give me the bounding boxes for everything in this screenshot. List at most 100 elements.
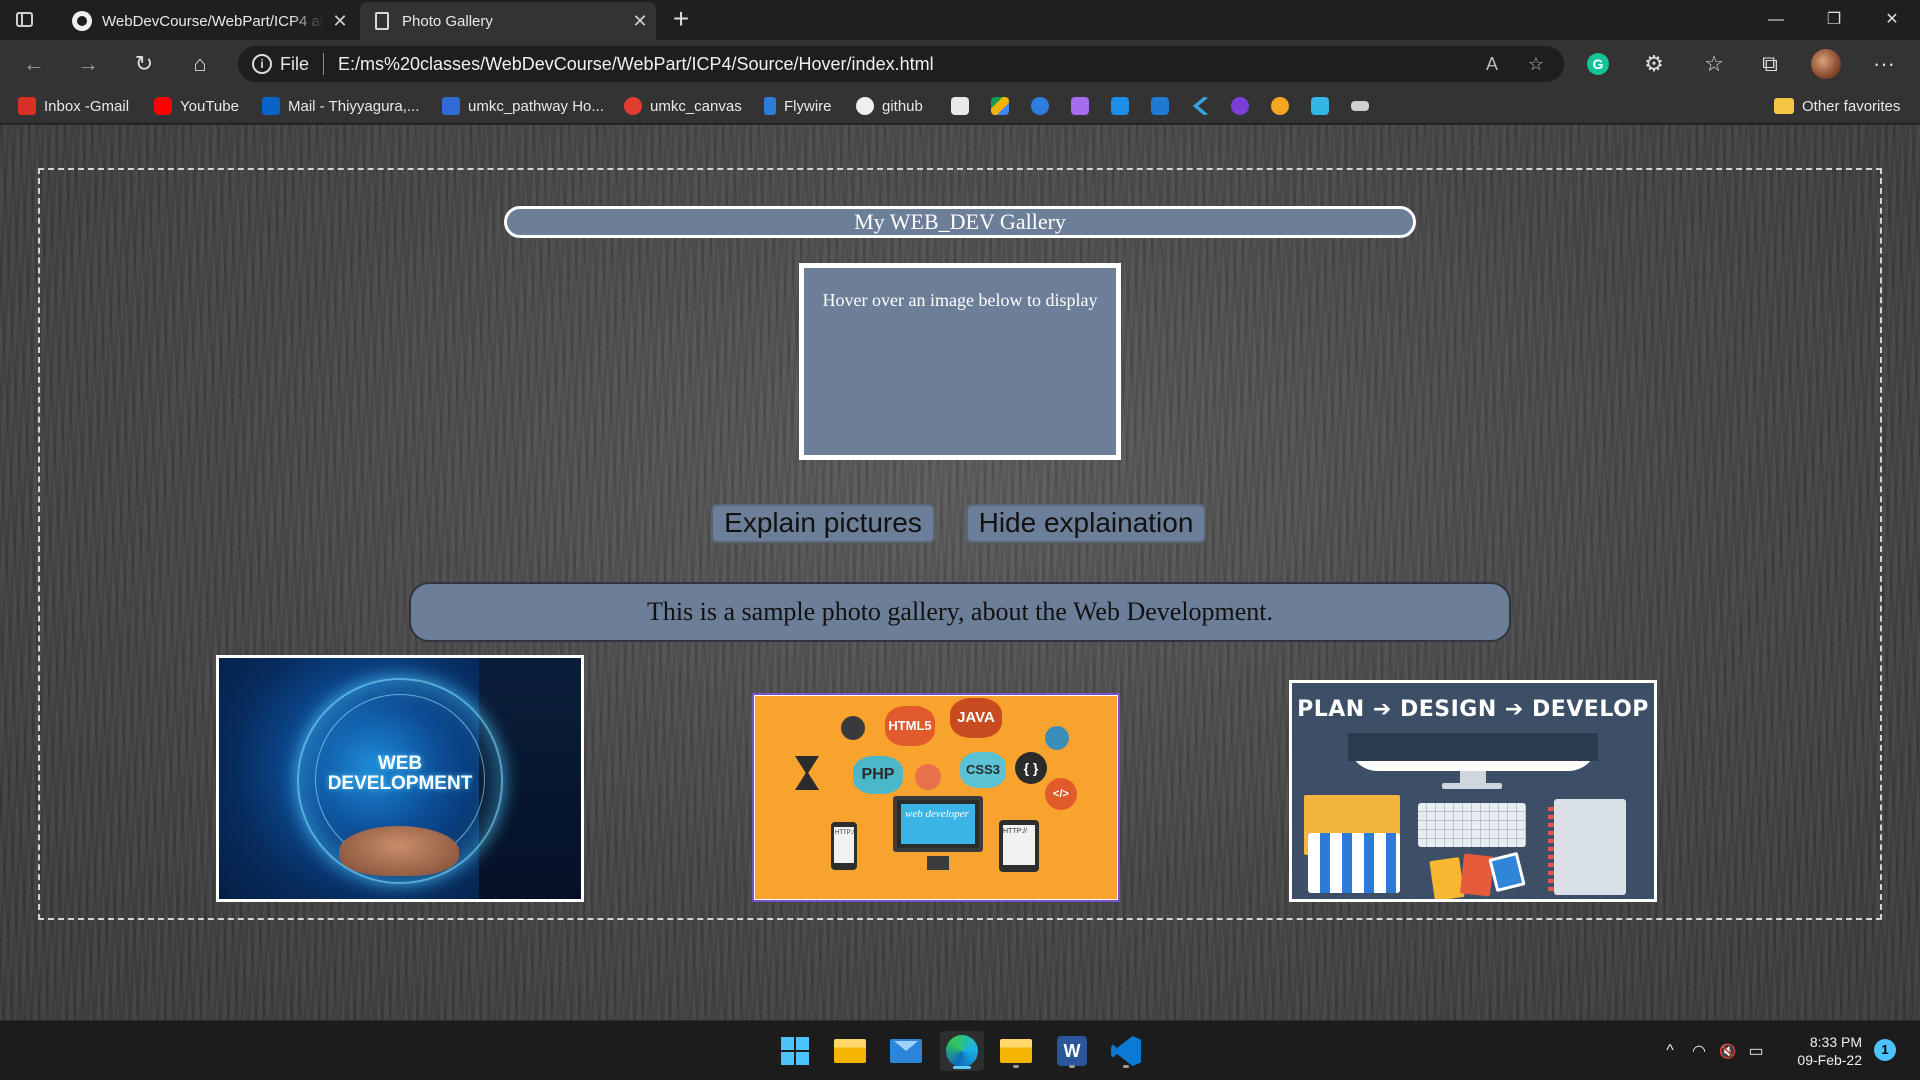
u-app-icon[interactable] xyxy=(1231,97,1249,115)
gmail-icon xyxy=(18,97,36,115)
gallery-image-web-developer[interactable]: HTML5 JAVA PHP CSS3 { } </> web develope… xyxy=(752,693,1120,902)
close-tab-icon[interactable]: ✕ xyxy=(324,11,356,32)
favorite-umkc-canvas[interactable]: umkc_canvas xyxy=(624,88,742,124)
notebook-icon xyxy=(1548,799,1626,895)
read-aloud-icon[interactable]: A xyxy=(1470,54,1514,75)
gallery-image-plan-design-develop[interactable]: PLAN ➔ DESIGN ➔ DEVELOP xyxy=(1289,680,1657,902)
show-hidden-icons-chevron[interactable]: ^ xyxy=(1656,1042,1684,1060)
clock[interactable]: 8:33 PM 09-Feb-22 xyxy=(1770,1033,1862,1069)
favorite-label: github xyxy=(882,97,923,115)
profile-button[interactable] xyxy=(1810,48,1842,80)
s-app-icon[interactable] xyxy=(1031,97,1049,115)
refresh-button[interactable]: ↻ xyxy=(128,48,160,80)
e-app-icon[interactable] xyxy=(1271,97,1289,115)
battery-icon[interactable]: ▭ xyxy=(1742,1041,1770,1061)
web-developer-label: web developer xyxy=(905,808,969,820)
running-indicator xyxy=(1013,1065,1019,1068)
extensions-icon[interactable]: ⚙ xyxy=(1638,48,1670,80)
purple-app-icon[interactable] xyxy=(1071,97,1089,115)
is-app-icon[interactable] xyxy=(1111,97,1129,115)
word-button[interactable]: W xyxy=(1052,1031,1092,1071)
tab-github[interactable]: WebDevCourse/WebPart/ICP4 at ✕ xyxy=(60,2,356,40)
grammarly-extension[interactable]: G xyxy=(1582,48,1614,80)
running-indicator xyxy=(1123,1065,1129,1068)
running-indicator xyxy=(1069,1065,1075,1068)
volume-muted-icon[interactable]: 🔇 xyxy=(1714,1043,1742,1060)
favorites-icon[interactable]: ☆ xyxy=(1698,48,1730,80)
canvas-icon xyxy=(624,97,642,115)
site-info-icon[interactable]: i xyxy=(252,54,272,74)
keyboard-icon xyxy=(1418,803,1526,847)
favorite-label: Flywire xyxy=(784,97,832,115)
edx-icon[interactable] xyxy=(1351,101,1369,111)
other-favorites[interactable]: Other favorites xyxy=(1774,88,1900,124)
favorite-mail[interactable]: Mail - Thiyyagura,... xyxy=(262,88,419,124)
favorite-flywire[interactable]: Flywire xyxy=(764,88,832,124)
wifi-icon[interactable]: ◠ xyxy=(1684,1041,1714,1061)
restore-button[interactable]: ❐ xyxy=(1806,0,1862,40)
start-button[interactable] xyxy=(775,1031,815,1071)
image-display-box: Hover over an image below to display xyxy=(799,263,1121,460)
flywire-icon xyxy=(764,97,776,115)
kotlin-icon[interactable] xyxy=(1192,97,1209,115)
system-tray: ^ ◠ 🔇 ▭ xyxy=(1656,1021,1770,1080)
favorites-bar: Inbox -Gmail YouTube Mail - Thiyyagura,.… xyxy=(0,88,1920,124)
forward-button[interactable]: → xyxy=(72,48,104,80)
explain-pictures-button[interactable]: Explain pictures xyxy=(711,504,935,543)
add-favorite-icon[interactable]: ☆ xyxy=(1514,54,1558,75)
minimize-button[interactable]: — xyxy=(1748,0,1804,40)
drive-icon[interactable] xyxy=(991,97,1009,115)
close-tab-icon[interactable]: ✕ xyxy=(624,11,656,32)
web-development-image: WEB DEVELOPMENT xyxy=(219,658,581,899)
time: 8:33 PM xyxy=(1809,1034,1862,1050)
collections-icon[interactable]: ⧉ xyxy=(1754,48,1786,80)
tab-photo-gallery[interactable]: Photo Gallery ✕ xyxy=(360,2,656,40)
html5-bubble: HTML5 xyxy=(885,706,935,746)
calendar-icon xyxy=(1308,833,1400,893)
vscode-button[interactable] xyxy=(1106,1031,1146,1071)
favorite-github[interactable]: github xyxy=(856,88,923,124)
linkedin-icon[interactable] xyxy=(1151,97,1169,115)
trello-icon[interactable] xyxy=(951,97,969,115)
folder-button[interactable] xyxy=(996,1031,1036,1071)
photo-icon xyxy=(1488,851,1526,893)
hide-explanation-button[interactable]: Hide explaination xyxy=(966,504,1206,543)
new-tab-button[interactable]: + xyxy=(664,4,698,36)
favorite-label: Inbox -Gmail xyxy=(44,97,130,115)
address-separator xyxy=(323,53,325,75)
address-bar[interactable]: i File E:/ms%20classes/WebDevCourse/WebP… xyxy=(238,46,1564,82)
github-icon xyxy=(72,11,92,31)
document-icon xyxy=(375,12,389,30)
file-explorer-icon xyxy=(834,1039,866,1063)
url-text[interactable]: E:/ms%20classes/WebDevCourse/WebPart/ICP… xyxy=(338,54,934,75)
java-bubble: JAVA xyxy=(950,698,1002,738)
close-window-button[interactable]: ✕ xyxy=(1864,0,1920,40)
mail-button[interactable] xyxy=(886,1031,926,1071)
gallery-caption: This is a sample photo gallery, about th… xyxy=(409,582,1511,642)
favorite-youtube[interactable]: YouTube xyxy=(154,88,239,124)
php-bubble: PHP xyxy=(853,756,903,794)
home-button[interactable]: ⌂ xyxy=(184,48,216,80)
notification-badge[interactable]: 1 xyxy=(1874,1039,1896,1061)
tab-actions-icon[interactable] xyxy=(14,9,36,31)
favorite-umkc-pathway[interactable]: umkc_pathway Ho... xyxy=(442,88,604,124)
web-developer-languages-image: HTML5 JAVA PHP CSS3 { } </> web develope… xyxy=(755,696,1117,899)
tab-strip: WebDevCourse/WebPart/ICP4 at ✕ Photo Gal… xyxy=(0,0,1920,40)
swatch-icon xyxy=(1429,857,1465,899)
favorite-label: Mail - Thiyyagura,... xyxy=(288,97,420,115)
active-indicator xyxy=(953,1066,971,1069)
edge-button[interactable] xyxy=(940,1031,984,1071)
w-app-icon[interactable] xyxy=(1311,97,1329,115)
http-label: HTTP:// xyxy=(1003,828,1028,835)
back-button[interactable]: ← xyxy=(18,48,50,80)
file-explorer-button[interactable] xyxy=(830,1031,870,1071)
settings-more-button[interactable]: ··· xyxy=(1868,48,1900,80)
github-icon xyxy=(856,97,874,115)
gallery-image-web-development[interactable]: WEB DEVELOPMENT xyxy=(216,655,584,902)
vscode-icon xyxy=(1111,1036,1141,1066)
favorite-label: umkc_pathway Ho... xyxy=(468,97,604,115)
braces-bubble: { } xyxy=(1015,752,1047,784)
folder-icon xyxy=(1000,1039,1032,1063)
favorite-gmail[interactable]: Inbox -Gmail xyxy=(18,88,129,124)
css3-bubble: CSS3 xyxy=(960,752,1006,788)
